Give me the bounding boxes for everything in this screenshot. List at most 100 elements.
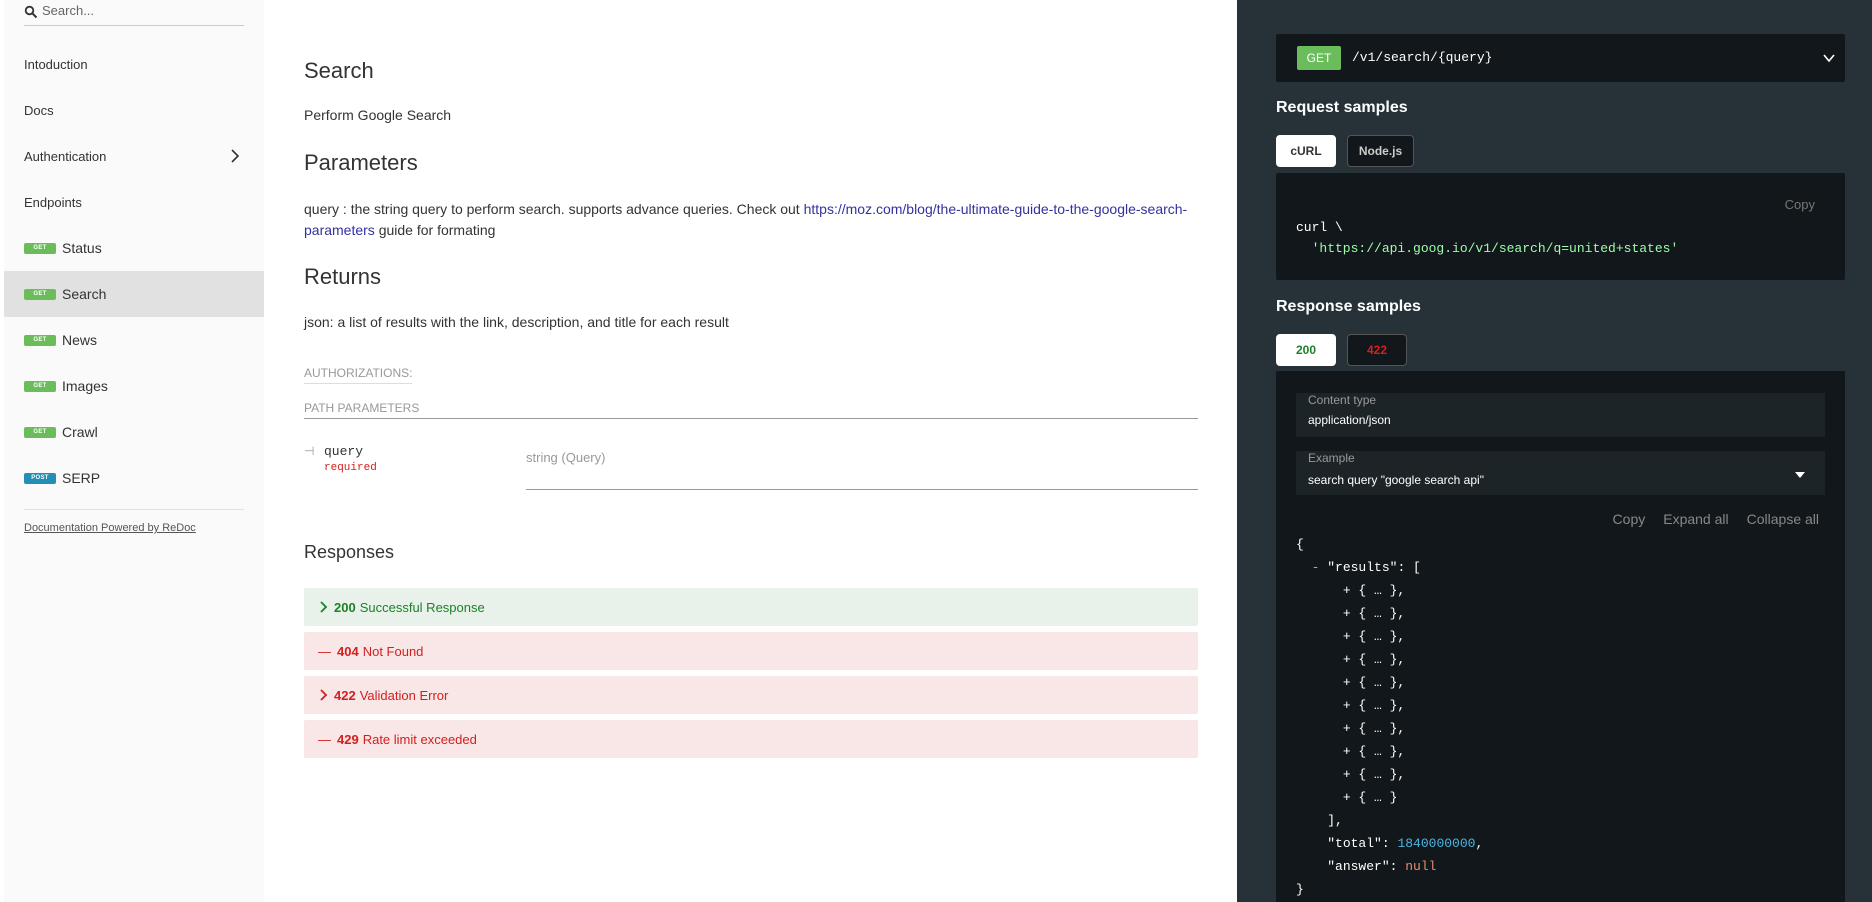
- response-404[interactable]: — 404 Not Found: [304, 632, 1198, 670]
- json-line: - "results": [: [1296, 556, 1483, 579]
- json-line: "total": 1840000000,: [1327, 836, 1484, 851]
- json-item[interactable]: + { … },: [1343, 698, 1405, 713]
- sidebar-item-news[interactable]: GET News: [4, 317, 264, 363]
- sidebar-item-introduction[interactable]: Intoduction: [4, 41, 264, 87]
- response-422[interactable]: 422 Validation Error: [304, 676, 1198, 714]
- chevron-right-icon: [231, 149, 240, 163]
- search-icon: [24, 5, 38, 19]
- search-box: [24, 0, 244, 26]
- content-type-label: Content type: [1308, 393, 1377, 407]
- response-code: 200: [334, 599, 356, 615]
- code-line: curl \: [1296, 220, 1343, 235]
- response-429[interactable]: — 429 Rate limit exceeded: [304, 720, 1198, 758]
- json-line[interactable]: + { … },: [1296, 740, 1483, 763]
- json-copy-button[interactable]: Copy: [1613, 511, 1646, 527]
- json-item[interactable]: + { … },: [1343, 652, 1405, 667]
- json-line[interactable]: + { … },: [1296, 763, 1483, 786]
- sidebar-menu: Intoduction Docs Authentication Endpoint…: [4, 41, 264, 501]
- tab-response-200[interactable]: 200: [1276, 334, 1336, 366]
- sidebar-item-label: Docs: [24, 102, 54, 118]
- response-text: Not Found: [362, 643, 424, 659]
- response-samples-heading: Response samples: [1276, 298, 1421, 315]
- responses-heading: Responses: [304, 542, 395, 562]
- endpoint-bar[interactable]: GET /v1/search/{query}: [1276, 34, 1845, 82]
- method-badge: GET: [24, 334, 56, 346]
- example-select[interactable]: Example search query "google search api": [1296, 451, 1825, 495]
- copy-button[interactable]: Copy: [1785, 197, 1815, 212]
- sidebar-item-label: Status: [62, 240, 102, 256]
- collapse-toggle[interactable]: -: [1312, 560, 1328, 575]
- response-sample-block: Content type application/json Example se…: [1276, 371, 1845, 902]
- tab-response-422[interactable]: 422: [1347, 334, 1407, 366]
- json-number: 1840000000: [1397, 836, 1476, 851]
- main-content: Search Perform Google Search Parameters …: [264, 0, 1237, 902]
- response-text: Successful Response: [359, 599, 485, 615]
- json-sample: { - "results": [ + { … }, + { … }, + { ……: [1296, 533, 1483, 901]
- response-text: Rate limit exceeded: [362, 731, 477, 747]
- sidebar-item-search[interactable]: GET Search: [4, 271, 264, 317]
- json-actions: Copy Expand all Collapse all: [1595, 511, 1819, 527]
- json-line[interactable]: + { … }: [1296, 786, 1483, 809]
- json-item[interactable]: + { … },: [1343, 606, 1405, 621]
- response-200[interactable]: 200 Successful Response: [304, 588, 1198, 626]
- parameters-text-suffix: guide for formating: [374, 222, 496, 238]
- json-line[interactable]: + { … },: [1296, 671, 1483, 694]
- response-code: 429: [337, 731, 359, 747]
- json-punct: ],: [1327, 813, 1343, 828]
- json-line: "answer": null: [1327, 859, 1437, 874]
- request-code-block: Copy curl \ 'https://api.goog.io/v1/sear…: [1276, 173, 1845, 280]
- sidebar-item-label: Search: [62, 286, 107, 302]
- path-parameters-label: PATH PARAMETERS: [304, 401, 1198, 419]
- powered-by-link[interactable]: Documentation Powered by ReDoc: [24, 522, 244, 534]
- sidebar-item-label: Intoduction: [24, 56, 88, 72]
- json-line: {: [1296, 537, 1304, 552]
- json-line[interactable]: + { … },: [1296, 717, 1483, 740]
- json-key: "results": [1327, 560, 1398, 575]
- sidebar-item-crawl[interactable]: GET Crawl: [4, 409, 264, 455]
- json-null: null: [1405, 859, 1437, 874]
- method-badge: GET: [24, 426, 56, 438]
- json-item[interactable]: + { … },: [1343, 583, 1405, 598]
- tab-nodejs[interactable]: Node.js: [1347, 135, 1414, 167]
- json-item[interactable]: + { … },: [1343, 767, 1405, 782]
- sidebar-item-docs[interactable]: Docs: [4, 87, 264, 133]
- json-line: ],: [1296, 809, 1483, 832]
- chevron-down-icon: [1823, 54, 1835, 63]
- operation-description: Perform Google Search: [304, 107, 452, 123]
- sidebar-item-images[interactable]: GET Images: [4, 363, 264, 409]
- expand-all-button[interactable]: Expand all: [1663, 511, 1728, 527]
- search-input[interactable]: [42, 3, 242, 18]
- json-item[interactable]: + { … }: [1343, 790, 1398, 805]
- sidebar-item-endpoints[interactable]: Endpoints: [4, 179, 264, 225]
- param-row: ⊣ query required string (Query): [304, 444, 1198, 490]
- collapse-all-button[interactable]: Collapse all: [1747, 511, 1819, 527]
- request-samples-heading: Request samples: [1276, 99, 1408, 116]
- example-label: Example: [1308, 451, 1355, 465]
- page-title: Search: [304, 58, 374, 83]
- json-line[interactable]: + { … },: [1296, 602, 1483, 625]
- json-line[interactable]: + { … },: [1296, 625, 1483, 648]
- tab-curl[interactable]: cURL: [1276, 135, 1336, 167]
- json-line: }: [1296, 882, 1304, 897]
- dash-icon: —: [318, 643, 331, 659]
- divider: [24, 509, 244, 510]
- sidebar-item-serp[interactable]: POST SERP: [4, 455, 264, 501]
- json-line[interactable]: + { … },: [1296, 694, 1483, 717]
- parameters-heading: Parameters: [304, 150, 418, 175]
- json-item[interactable]: + { … },: [1343, 629, 1405, 644]
- example-value: search query "google search api": [1308, 473, 1484, 487]
- param-type: string (Query): [526, 450, 1198, 490]
- json-line[interactable]: + { … },: [1296, 648, 1483, 671]
- content-type-value: application/json: [1308, 413, 1391, 427]
- json-item[interactable]: + { … },: [1343, 721, 1405, 736]
- caret-down-icon: [1795, 472, 1805, 478]
- json-item[interactable]: + { … },: [1343, 675, 1405, 690]
- sidebar-item-authentication[interactable]: Authentication: [4, 133, 264, 179]
- json-line[interactable]: + { … },: [1296, 579, 1483, 602]
- sidebar-item-label: Authentication: [24, 148, 107, 164]
- response-text: Validation Error: [359, 687, 449, 703]
- response-code: 422: [334, 687, 356, 703]
- json-item[interactable]: + { … },: [1343, 744, 1405, 759]
- sidebar-item-status[interactable]: GET Status: [4, 225, 264, 271]
- returns-heading: Returns: [304, 264, 382, 289]
